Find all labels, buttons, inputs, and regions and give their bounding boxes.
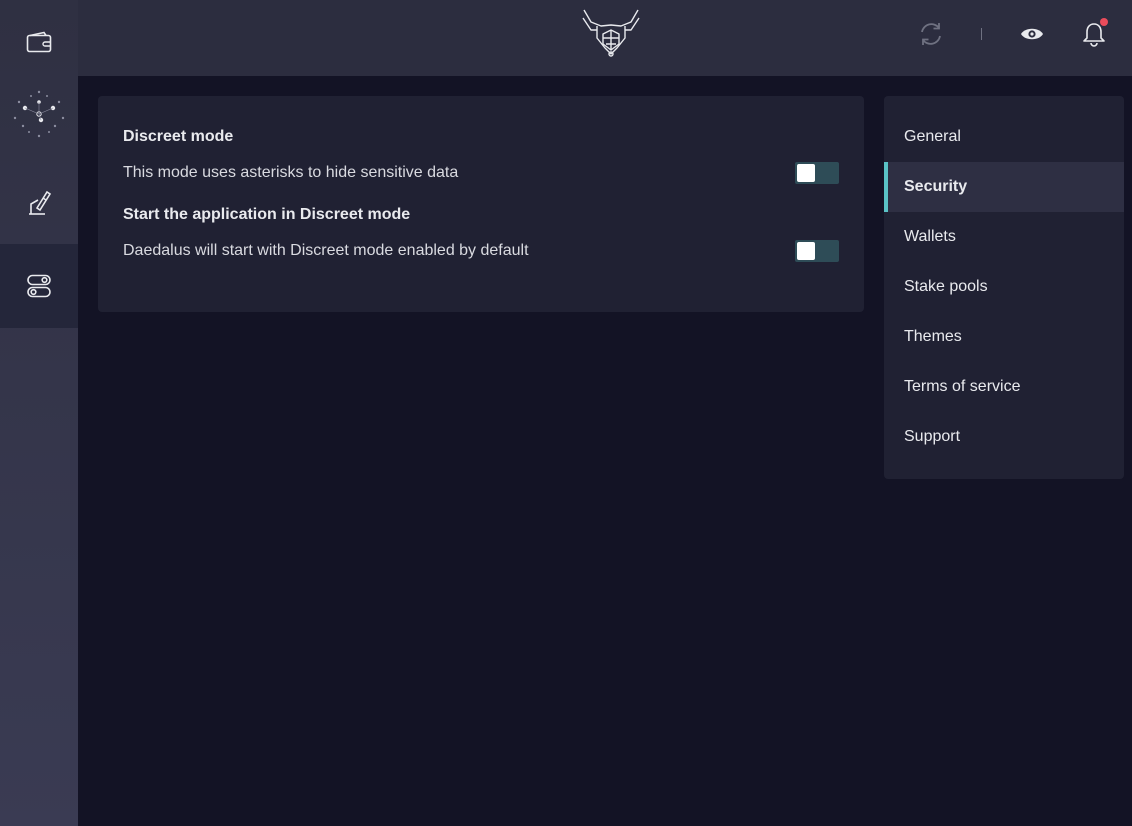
eye-icon[interactable]	[1020, 26, 1044, 47]
menu-item-stake-pools[interactable]: Stake pools	[884, 262, 1124, 312]
notification-badge	[1100, 18, 1108, 26]
start-discreet-title: Start the application in Discreet mode	[123, 206, 411, 223]
security-settings-card: Discreet mode This mode uses asterisks t…	[98, 96, 864, 312]
daedalus-logo-icon[interactable]	[581, 8, 643, 63]
menu-item-terms-of-service[interactable]: Terms of service	[884, 362, 1124, 412]
topbar-divider	[981, 28, 982, 40]
sidebar-item-voting[interactable]	[0, 160, 78, 244]
sidebar-item-settings[interactable]	[0, 244, 78, 328]
menu-item-support[interactable]: Support	[884, 412, 1124, 462]
toggle-knob	[797, 242, 815, 260]
top-bar	[78, 0, 1132, 76]
menu-item-general[interactable]: General	[884, 112, 1124, 162]
menu-item-wallets[interactable]: Wallets	[884, 212, 1124, 262]
start-discreet-description: Daedalus will start with Discreet mode e…	[123, 242, 529, 259]
sidebar-item-wallets[interactable]	[0, 0, 78, 84]
discreet-mode-toggle[interactable]	[795, 162, 839, 184]
discreet-mode-description: This mode uses asterisks to hide sensiti…	[123, 164, 459, 181]
menu-item-themes[interactable]: Themes	[884, 312, 1124, 362]
sync-icon[interactable]	[918, 21, 944, 52]
start-discreet-toggle[interactable]	[795, 240, 839, 262]
sidebar	[0, 0, 78, 826]
settings-menu: General Security Wallets Stake pools The…	[884, 96, 1124, 479]
discreet-mode-title: Discreet mode	[123, 128, 234, 145]
toggle-knob	[797, 164, 815, 182]
stake-pools-icon	[13, 90, 65, 138]
menu-item-security[interactable]: Security	[884, 162, 1124, 212]
settings-toggle-icon	[27, 274, 51, 298]
sidebar-item-stake-pools[interactable]	[0, 74, 78, 158]
wallet-icon	[26, 31, 52, 53]
voting-icon	[29, 190, 52, 215]
